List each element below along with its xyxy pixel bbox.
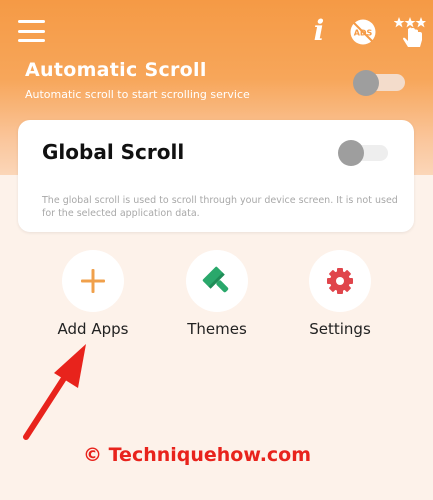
settings-button[interactable]: Settings bbox=[279, 250, 399, 350]
watermark-text: © Techniquehow.com bbox=[83, 444, 312, 466]
app-screen: i ADS Automatic Scroll Automatic scroll … bbox=[0, 0, 433, 500]
toggle-knob bbox=[338, 140, 364, 166]
themes-button[interactable]: Themes bbox=[156, 250, 276, 350]
settings-label: Settings bbox=[309, 320, 371, 338]
plus-icon bbox=[81, 269, 105, 293]
add-apps-icon-circle bbox=[62, 250, 124, 312]
themes-icon-circle bbox=[186, 250, 248, 312]
themes-label: Themes bbox=[187, 320, 247, 338]
global-scroll-card: Global Scroll The global scroll is used … bbox=[18, 120, 414, 232]
automatic-scroll-toggle[interactable] bbox=[353, 69, 407, 97]
global-scroll-toggle[interactable] bbox=[338, 139, 390, 167]
add-apps-button[interactable]: Add Apps bbox=[32, 250, 152, 350]
paint-brush-icon bbox=[202, 266, 229, 293]
hamburger-menu-icon[interactable] bbox=[18, 20, 45, 42]
top-app-bar: i ADS bbox=[0, 0, 433, 56]
add-apps-label: Add Apps bbox=[57, 320, 129, 338]
info-icon[interactable]: i bbox=[309, 16, 329, 46]
automatic-scroll-title: Automatic Scroll bbox=[25, 59, 207, 81]
automatic-scroll-subtitle: Automatic scroll to start scrolling serv… bbox=[25, 88, 250, 101]
global-scroll-title: Global Scroll bbox=[42, 140, 185, 164]
gear-icon bbox=[327, 268, 353, 294]
settings-icon-circle bbox=[309, 250, 371, 312]
toggle-knob bbox=[353, 70, 379, 96]
global-scroll-description: The global scroll is used to scroll thro… bbox=[42, 195, 398, 219]
star-hand-gesture-icon[interactable] bbox=[393, 15, 426, 49]
no-ads-icon[interactable]: ADS bbox=[349, 18, 377, 46]
